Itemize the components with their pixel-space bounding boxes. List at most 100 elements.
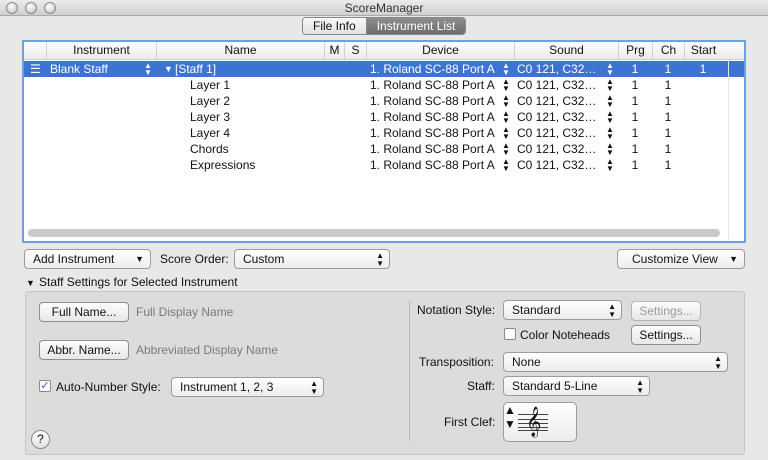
prg-cell[interactable]: 1 (618, 125, 652, 141)
score-order-label: Score Order: (160, 252, 229, 266)
prg-cell[interactable]: 1 (618, 141, 652, 157)
first-clef-popup[interactable]: 𝄞 ▲ ▼ (503, 402, 577, 442)
ch-cell[interactable]: 1 (652, 93, 684, 109)
prg-cell[interactable]: 1 (618, 93, 652, 109)
sound-cell[interactable]: C0 121, C32… (517, 61, 601, 77)
tab-instrument-list[interactable]: Instrument List (366, 18, 466, 34)
name-cell[interactable]: [Staff 1] (175, 61, 320, 77)
auto-number-style-popup[interactable]: Instrument 1, 2, 3 ▲ ▼ (171, 377, 324, 397)
table-row[interactable]: Chords 1. Roland SC-88 Port A ▲ ▼ C0 121,… (24, 141, 744, 157)
device-cell[interactable]: 1. Roland SC-88 Port A (370, 61, 500, 77)
column-header-prg[interactable]: Prg (618, 42, 652, 59)
abbr-name-button[interactable]: Abbr. Name... (39, 340, 129, 360)
abbr-name-display: Abbreviated Display Name (136, 343, 279, 357)
sound-stepper-icon[interactable]: ▲ ▼ (606, 126, 614, 141)
customize-view-popup[interactable]: Customize View ▼ (617, 249, 745, 269)
device-stepper-icon[interactable]: ▲ ▼ (502, 78, 510, 93)
column-header-m[interactable]: M (324, 42, 344, 59)
prg-cell[interactable]: 1 (618, 157, 652, 173)
prg-cell[interactable]: 1 (618, 61, 652, 77)
name-cell[interactable]: Chords (190, 141, 320, 157)
column-header-sound[interactable]: Sound (514, 42, 618, 59)
name-cell[interactable]: Expressions (190, 157, 320, 173)
name-cell[interactable]: Layer 2 (190, 93, 320, 109)
column-header-device[interactable]: Device (366, 42, 514, 59)
sound-stepper-icon[interactable]: ▲ ▼ (606, 158, 614, 173)
instrument-cell[interactable]: Blank Staff (50, 61, 150, 77)
device-cell[interactable]: 1. Roland SC-88 Port A (370, 109, 500, 125)
ch-cell[interactable]: 1 (652, 61, 684, 77)
add-instrument-popup[interactable]: Add Instrument ▼ (24, 249, 151, 269)
ch-cell[interactable]: 1 (652, 157, 684, 173)
full-name-button[interactable]: Full Name... (39, 302, 129, 322)
staff-type-popup[interactable]: Standard 5-Line ▲ ▼ (503, 376, 650, 396)
instrument-table[interactable]: Instrument Name M S Device Sound Prg Ch … (22, 40, 746, 243)
up-down-arrows-icon: ▲ ▼ (310, 379, 318, 396)
disclosure-triangle-icon[interactable]: ▼ (26, 275, 35, 291)
ch-cell[interactable]: 1 (652, 77, 684, 93)
prg-cell[interactable]: 1 (618, 109, 652, 125)
table-row[interactable]: Layer 1 1. Roland SC-88 Port A ▲ ▼ C0 121… (24, 77, 744, 93)
sound-cell[interactable]: C0 121, C32… (517, 93, 601, 109)
up-down-arrows-icon: ▲ ▼ (376, 251, 384, 268)
device-stepper-icon[interactable]: ▲ ▼ (502, 62, 510, 77)
table-row[interactable]: Expressions 1. Roland SC-88 Port A ▲ ▼ C0… (24, 157, 744, 173)
sound-cell[interactable]: C0 121, C32… (517, 157, 601, 173)
transposition-popup[interactable]: None ▲ ▼ (503, 352, 728, 372)
column-header-ch[interactable]: Ch (652, 42, 684, 59)
device-stepper-icon[interactable]: ▲ ▼ (502, 126, 510, 141)
device-cell[interactable]: 1. Roland SC-88 Port A (370, 93, 500, 109)
notation-settings-button[interactable]: Settings... (631, 301, 701, 321)
color-noteheads-settings-button[interactable]: Settings... (631, 325, 701, 345)
tab-bar: File Info Instrument List (302, 17, 467, 35)
device-cell[interactable]: 1. Roland SC-88 Port A (370, 141, 500, 157)
table-row[interactable]: Layer 2 1. Roland SC-88 Port A ▲ ▼ C0 121… (24, 93, 744, 109)
instrument-stepper-icon[interactable]: ▲ ▼ (144, 62, 152, 77)
tab-file-info[interactable]: File Info (303, 18, 367, 34)
sound-cell[interactable]: C0 121, C32… (517, 141, 601, 157)
sound-cell[interactable]: C0 121, C32… (517, 125, 601, 141)
start-cell[interactable]: 1 (684, 61, 722, 77)
sound-stepper-icon[interactable]: ▲ ▼ (606, 142, 614, 157)
device-stepper-icon[interactable]: ▲ ▼ (502, 158, 510, 173)
column-header-s[interactable]: S (344, 42, 366, 59)
color-noteheads-checkbox[interactable] (504, 328, 516, 340)
title-bar: ScoreManager (0, 0, 768, 16)
column-header-name[interactable]: Name (156, 42, 324, 59)
prg-cell[interactable]: 1 (618, 77, 652, 93)
sound-stepper-icon[interactable]: ▲ ▼ (606, 110, 614, 125)
notation-style-label: Notation Style: (417, 303, 496, 317)
sound-stepper-icon[interactable]: ▲ ▼ (606, 94, 614, 109)
notation-style-popup[interactable]: Standard ▲ ▼ (503, 300, 622, 320)
horizontal-scrollbar[interactable] (28, 229, 720, 237)
name-cell[interactable]: Layer 3 (190, 109, 320, 125)
ch-cell[interactable]: 1 (652, 141, 684, 157)
auto-number-style-value: Instrument 1, 2, 3 (180, 380, 274, 394)
sound-stepper-icon[interactable]: ▲ ▼ (606, 78, 614, 93)
score-order-popup[interactable]: Custom ▲ ▼ (234, 249, 390, 269)
sound-cell[interactable]: C0 121, C32… (517, 109, 601, 125)
sound-stepper-icon[interactable]: ▲ ▼ (606, 62, 614, 77)
device-stepper-icon[interactable]: ▲ ▼ (502, 94, 510, 109)
device-stepper-icon[interactable]: ▲ ▼ (502, 110, 510, 125)
column-header-instrument[interactable]: Instrument (46, 42, 156, 59)
ch-cell[interactable]: 1 (652, 109, 684, 125)
table-row[interactable]: Layer 3 1. Roland SC-88 Port A ▲ ▼ C0 121… (24, 109, 744, 125)
score-order-value: Custom (243, 252, 285, 266)
column-header-start[interactable]: Start (684, 42, 722, 59)
device-cell[interactable]: 1. Roland SC-88 Port A (370, 125, 500, 141)
auto-number-checkbox[interactable]: ✓ (39, 380, 51, 392)
device-cell[interactable]: 1. Roland SC-88 Port A (370, 157, 500, 173)
drag-handle-icon[interactable]: ☰ (30, 61, 44, 77)
device-cell[interactable]: 1. Roland SC-88 Port A (370, 77, 500, 93)
up-down-arrows-icon: ▲ ▼ (608, 302, 616, 319)
table-row[interactable]: Layer 4 1. Roland SC-88 Port A ▲ ▼ C0 121… (24, 125, 744, 141)
device-stepper-icon[interactable]: ▲ ▼ (502, 142, 510, 157)
vertical-scrollbar[interactable] (728, 61, 738, 239)
table-row[interactable]: ☰ Blank Staff ▲ ▼ ▼ [Staff 1] 1. Roland S… (24, 61, 744, 77)
name-cell[interactable]: Layer 4 (190, 125, 320, 141)
name-cell[interactable]: Layer 1 (190, 77, 320, 93)
ch-cell[interactable]: 1 (652, 125, 684, 141)
sound-cell[interactable]: C0 121, C32… (517, 77, 601, 93)
help-button[interactable]: ? (31, 430, 50, 449)
